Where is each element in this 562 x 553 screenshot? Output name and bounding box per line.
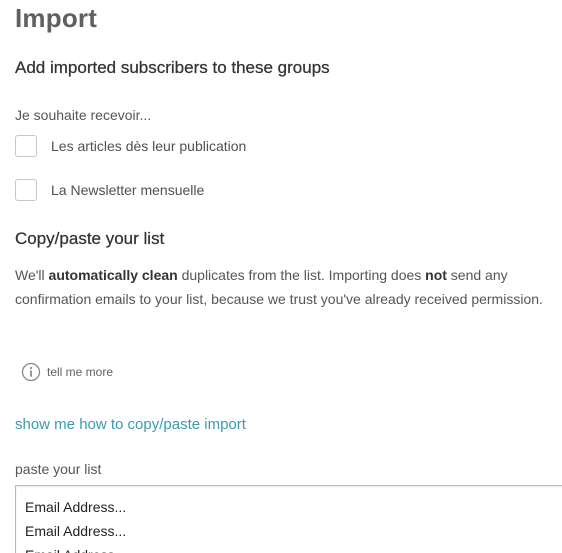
- newsletter-checkbox[interactable]: [15, 179, 37, 201]
- paste-list-textarea[interactable]: Email Address... Email Address... Email …: [15, 485, 562, 553]
- import-page: Import Add imported subscribers to these…: [0, 0, 562, 553]
- page-title: Import: [15, 3, 98, 33]
- tell-me-more-toggle[interactable]: tell me more: [21, 362, 113, 382]
- copy-description: We'll automatically clean duplicates fro…: [15, 263, 555, 311]
- group-option-newsletter[interactable]: La Newsletter mensuelle: [15, 178, 204, 202]
- desc-bold-not: not: [425, 267, 447, 283]
- newsletter-checkbox-label: La Newsletter mensuelle: [51, 182, 205, 198]
- group-option-articles[interactable]: Les articles dès leur publication: [15, 134, 246, 158]
- copy-section-heading: Copy/paste your list: [15, 229, 165, 248]
- paste-list-label: paste your list: [15, 461, 102, 477]
- articles-checkbox[interactable]: [15, 135, 37, 157]
- paste-line: Email Address...: [25, 499, 127, 515]
- articles-checkbox-label: Les articles dès leur publication: [51, 138, 247, 154]
- paste-line: Email Address...: [25, 543, 562, 553]
- desc-text-1: We'll: [15, 267, 49, 283]
- groups-section-heading: Add imported subscribers to these groups: [15, 58, 330, 77]
- tell-me-more-label: tell me more: [47, 365, 114, 379]
- paste-line: Email Address...: [25, 523, 127, 539]
- groups-label: Je souhaite recevoir...: [15, 107, 152, 123]
- desc-bold-automatically-clean: automatically clean: [48, 267, 178, 283]
- show-copy-paste-import-link[interactable]: show me how to copy/paste import: [15, 416, 246, 433]
- info-icon: [21, 362, 41, 382]
- desc-text-2: duplicates from the list. Importing does: [177, 267, 426, 283]
